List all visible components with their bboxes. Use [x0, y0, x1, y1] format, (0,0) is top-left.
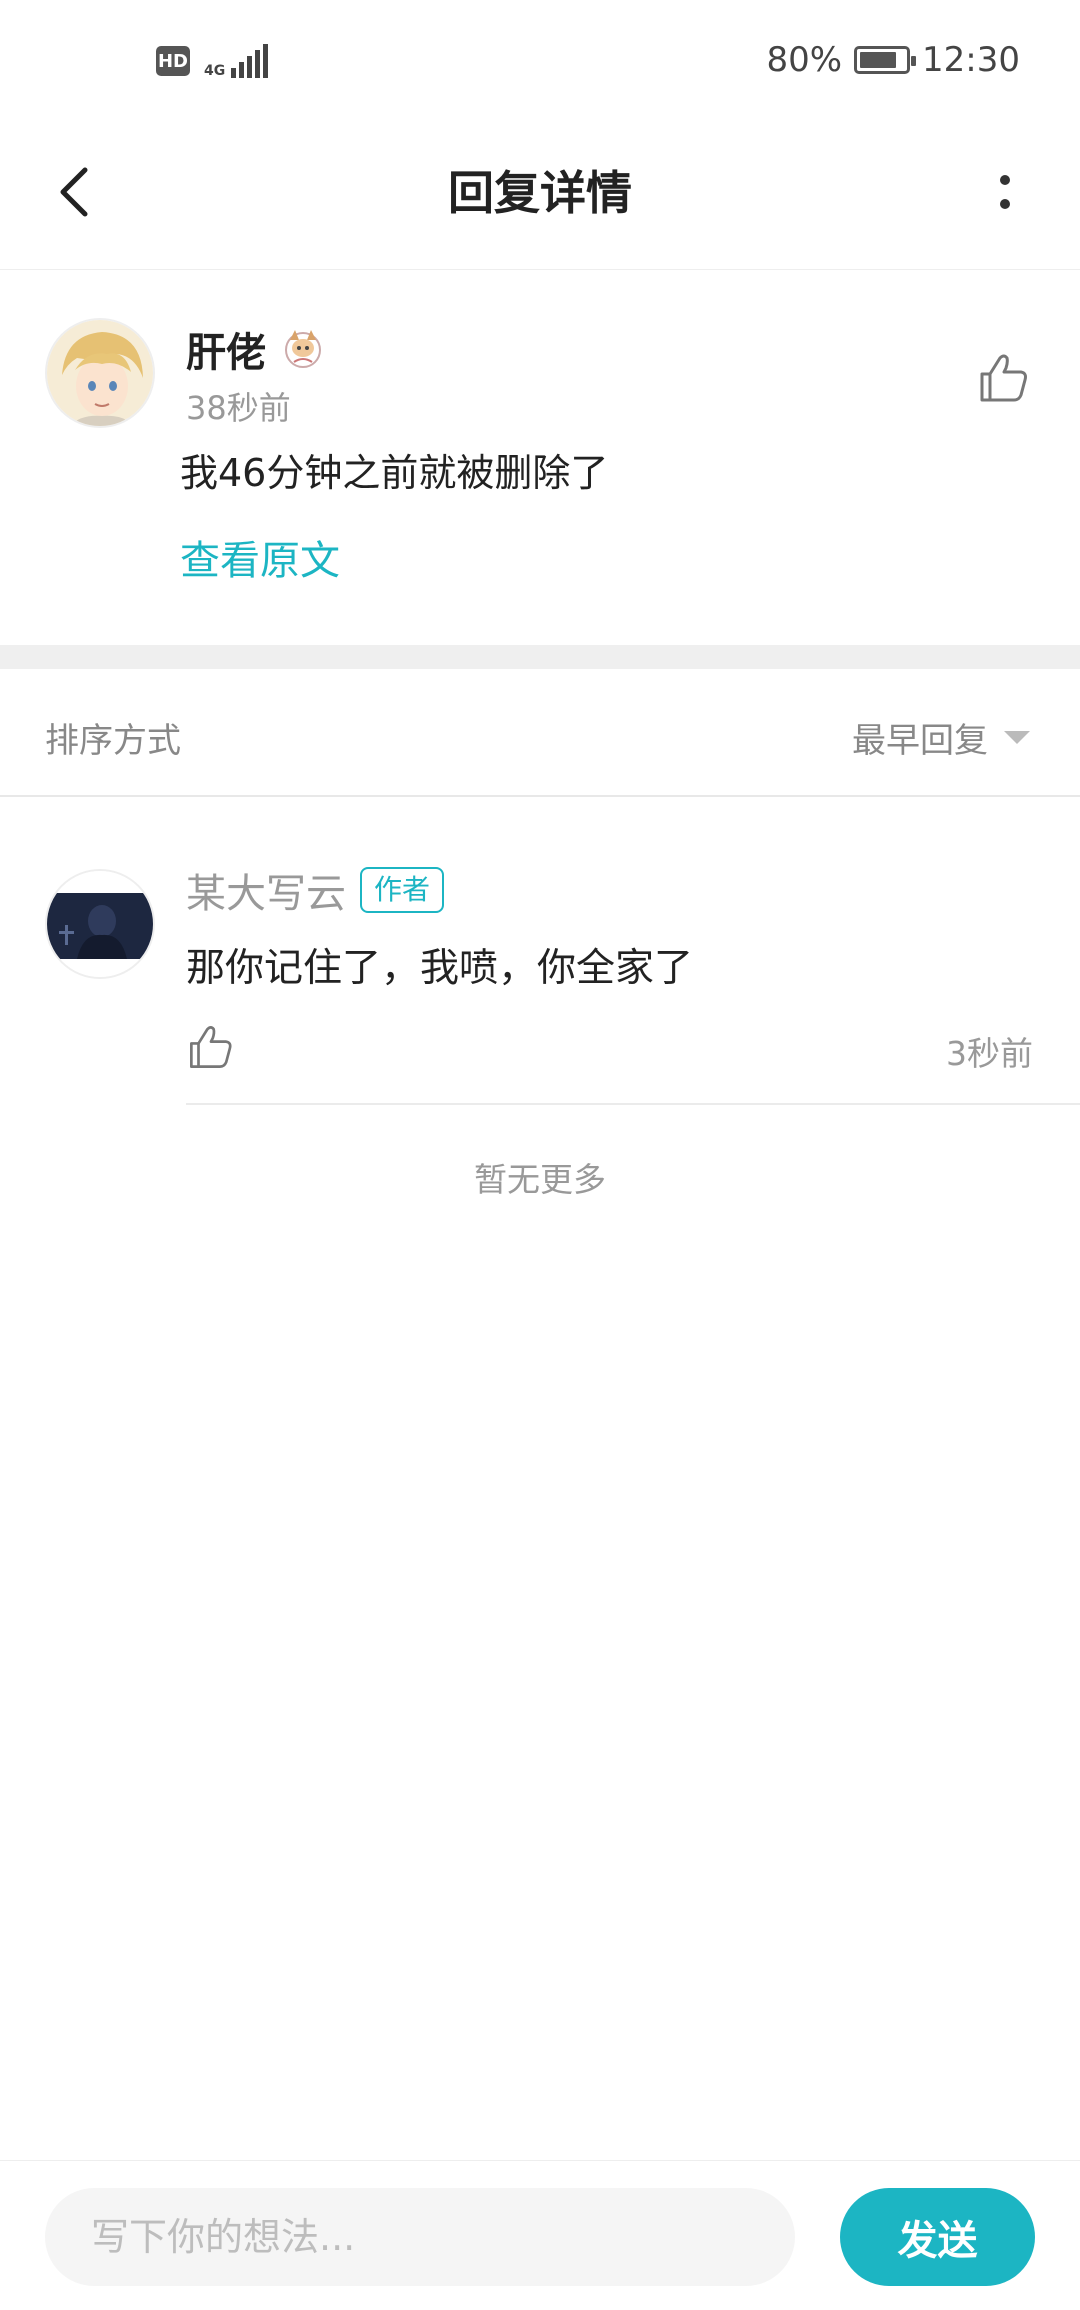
- list-item: 某大写云 作者 那你记住了，我喷，你全家了 3秒前: [0, 797, 1080, 1105]
- avatar[interactable]: [45, 318, 155, 428]
- more-options-button[interactable]: [970, 157, 1040, 227]
- comment-composer: 发送: [0, 2160, 1080, 2310]
- original-comment-text: 我46分钟之前就被删除了: [180, 451, 609, 495]
- network-type: 4G: [204, 63, 226, 79]
- hd-icon: HD: [156, 46, 190, 76]
- view-original-link[interactable]: 查看原文: [180, 528, 340, 586]
- character-badge-icon: [285, 330, 321, 368]
- divider: [186, 1103, 1080, 1105]
- status-right: 80% 12:30: [766, 40, 1020, 80]
- clock: 12:30: [922, 40, 1020, 80]
- original-user-name[interactable]: 肝佬: [186, 320, 326, 378]
- reply-timestamp: 3秒前: [946, 1034, 1033, 1073]
- avatar-image: [47, 320, 153, 426]
- reply-header: 某大写云 作者: [186, 861, 445, 919]
- caret-down-icon: [1004, 731, 1030, 744]
- signal-icon: 4G: [204, 44, 269, 79]
- no-more-text: 暂无更多: [474, 1160, 606, 1199]
- status-bar: HD 4G 80% 12:30: [0, 0, 1080, 125]
- reply-like-button[interactable]: [186, 1022, 236, 1072]
- sort-bar: 排序方式 最早回复: [0, 669, 1080, 797]
- battery-percent: 80%: [766, 40, 843, 80]
- app-header: 回复详情: [0, 125, 1080, 270]
- more-vertical-icon: [1000, 175, 1010, 209]
- original-comment: 肝佬 38秒前 我46分钟之前就被删除了 查看原文: [0, 270, 1080, 645]
- section-divider: [0, 645, 1080, 669]
- sort-label: 排序方式: [45, 721, 181, 761]
- send-button[interactable]: 发送: [840, 2188, 1035, 2286]
- thumbs-up-icon: [980, 354, 1027, 402]
- avatar[interactable]: [45, 869, 155, 979]
- sort-dropdown[interactable]: 最早回复: [852, 713, 1030, 762]
- page-title: 回复详情: [448, 166, 632, 220]
- thumbs-up-icon: [190, 1026, 232, 1068]
- like-button[interactable]: [976, 350, 1032, 406]
- author-badge: 作者: [360, 867, 445, 913]
- reply-detail-page: HD 4G 80% 12:30 回复详情 肝佬 38秒前 我46分钟之前就被删除…: [0, 0, 1080, 2310]
- status-left: HD 4G: [156, 44, 269, 79]
- reply-text: 那你记住了，我喷，你全家了: [186, 946, 694, 991]
- avatar-image: [47, 871, 153, 977]
- battery-icon: [854, 46, 917, 74]
- original-timestamp: 38秒前: [186, 389, 291, 427]
- sort-selected-value: 最早回复: [852, 721, 988, 761]
- comment-input[interactable]: [45, 2188, 795, 2286]
- reply-user-name[interactable]: 某大写云: [186, 861, 346, 919]
